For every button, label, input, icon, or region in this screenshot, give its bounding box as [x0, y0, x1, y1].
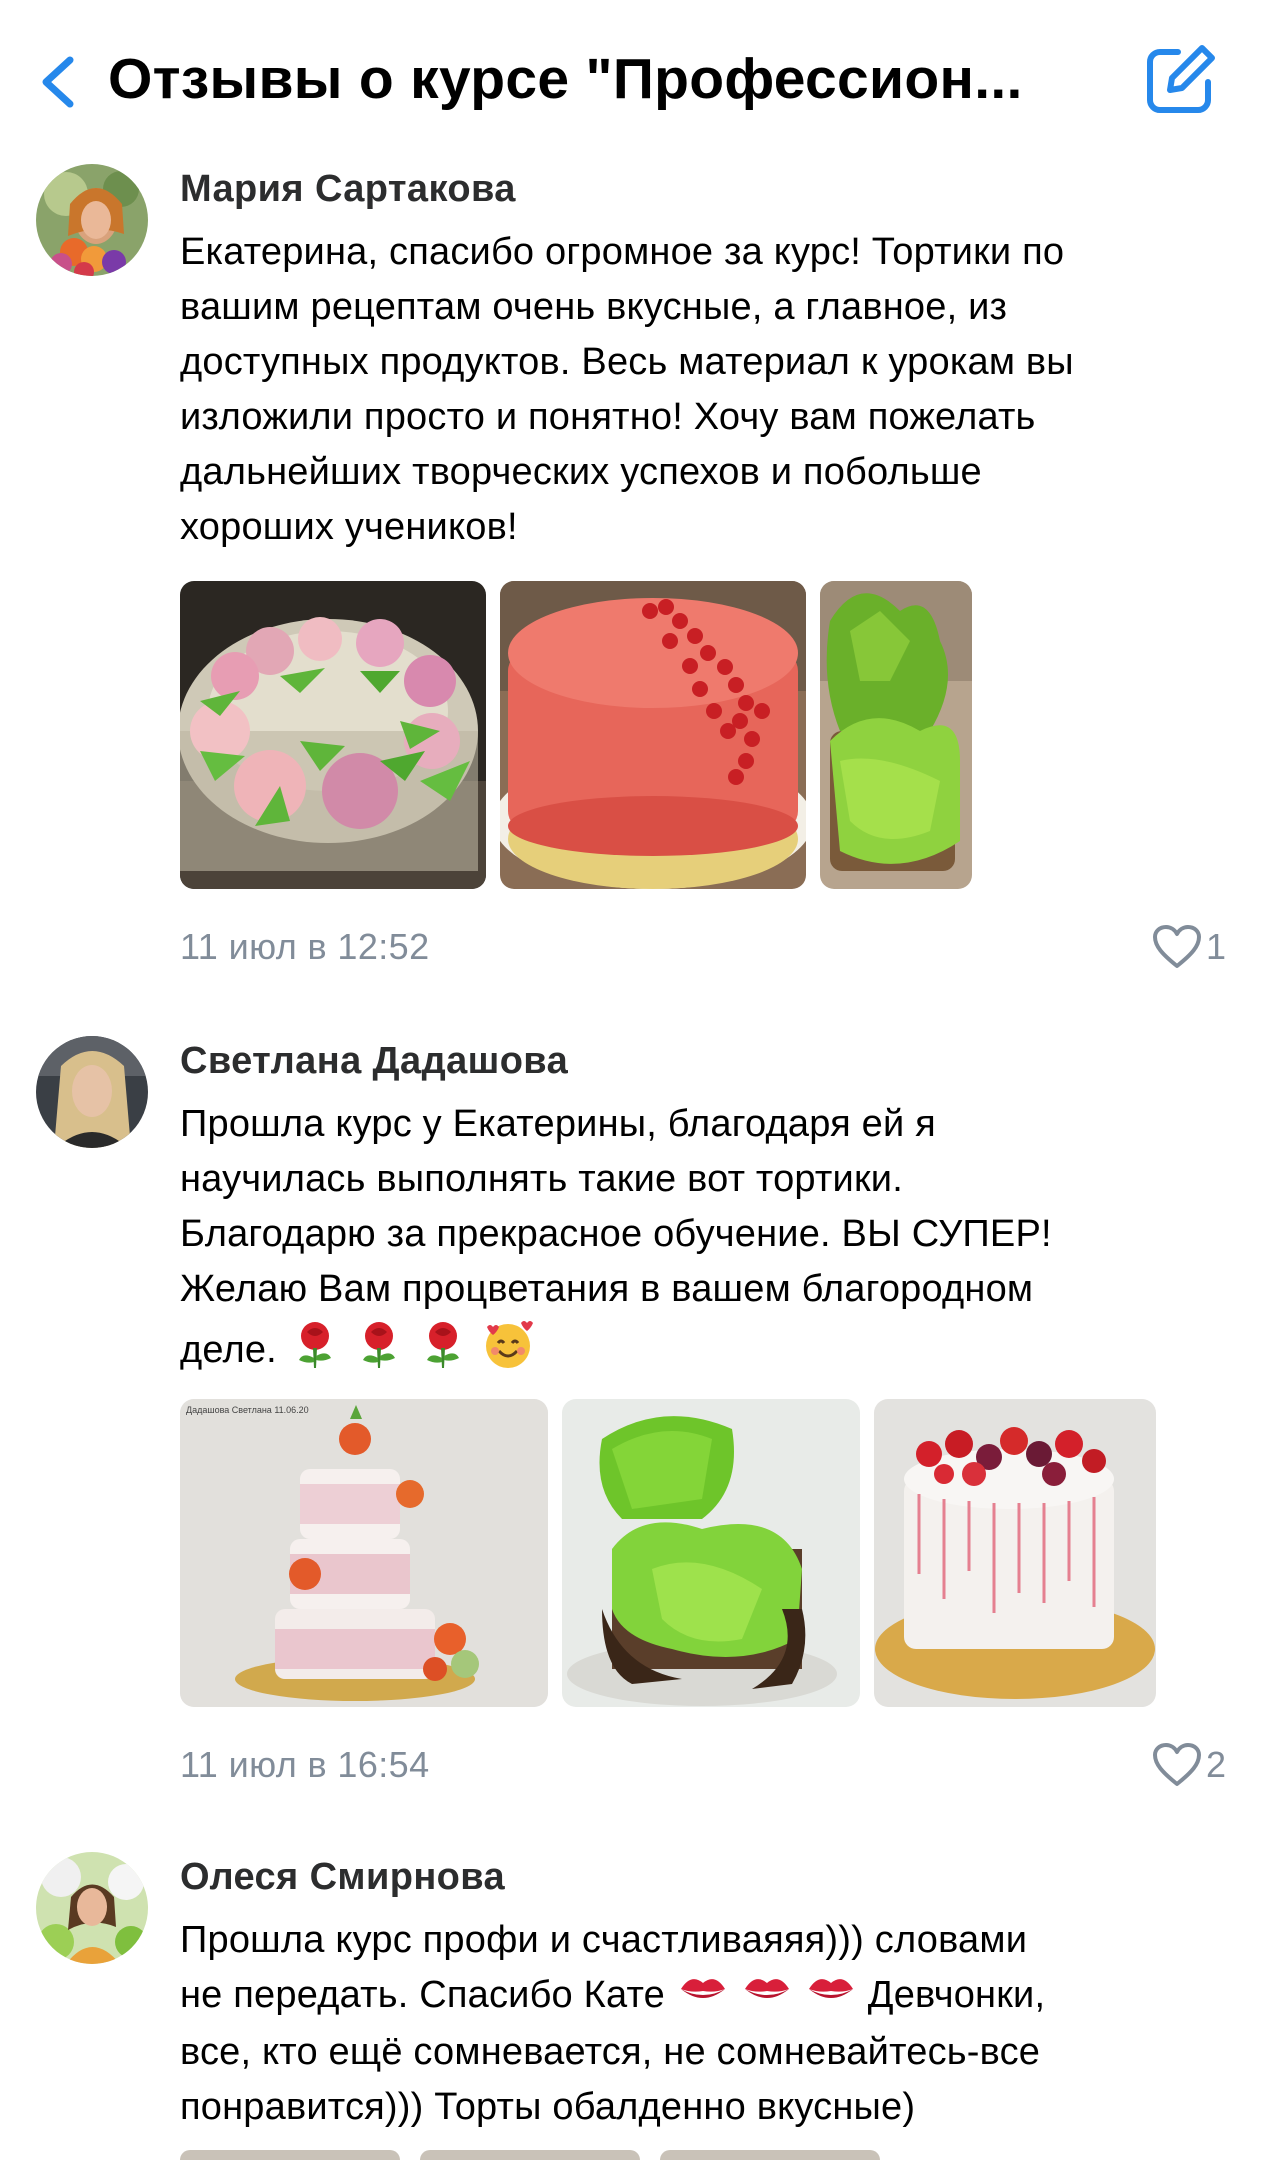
comment-line: Екатерина, спасибо огромное за курс! Тор… [180, 231, 1065, 273]
comment-line: хороших учеников! [180, 506, 518, 548]
comment-text: Прошла курс профи и счастливаяяя))) слов… [180, 1913, 1240, 2135]
comment-line: понравится))) Торты обалденно вкусные) [180, 2085, 916, 2128]
heart-icon [1152, 925, 1201, 968]
photo-caption: Дадашова Светлана 11.06.20 [186, 1405, 309, 1415]
like-button[interactable]: 1 [1152, 924, 1226, 970]
page-title: Отзывы о курсе "Профессион... [108, 47, 1023, 111]
comment-author[interactable]: Светлана Дадашова [180, 1040, 568, 1083]
photo-thumbnail[interactable]: Дадашова Светлана 11.06.20 [180, 1399, 548, 1707]
comment-text: Екатерина, спасибо огромное за курс! Тор… [180, 225, 1240, 555]
comment-line: Прошла курс профи и счастливаяяя))) слов… [180, 1919, 1028, 1961]
photo-gallery: Дадашова Светлана 11.06.20 [180, 1399, 1180, 1707]
like-count: 1 [1205, 926, 1226, 967]
comment-author[interactable]: Олеся Смирнова [180, 1856, 505, 1899]
comment-timestamp[interactable]: 11 июл в 12:52 [180, 926, 430, 968]
comment-line: доступных продуктов. Весь материал к уро… [180, 341, 1074, 383]
rose-emoji [417, 1318, 469, 1386]
comment-line: деле. [180, 1317, 1240, 1387]
photo-thumbnail[interactable] [500, 581, 806, 889]
heart-icon [1152, 1743, 1201, 1786]
avatar[interactable] [36, 164, 148, 276]
compose-icon [1147, 45, 1215, 113]
photo-gallery-partial [180, 2150, 900, 2160]
comment-line: научилась выполнять такие вот тортики. [180, 1158, 903, 1200]
like-button[interactable]: 2 [1152, 1742, 1226, 1788]
comment-line-text: не передать. Спасибо Кате [180, 1974, 665, 2016]
comment-line: Благодарю за прекрасное обучение. ВЫ СУП… [180, 1213, 1052, 1255]
kiss-mark-emoji [805, 1969, 857, 2025]
comment-line: Желаю Вам процветания в вашем благородно… [180, 1268, 1034, 1310]
comment-line: изложили просто и понятно! Хочу вам поже… [180, 396, 1036, 438]
photo-thumbnail[interactable] [562, 1399, 860, 1707]
comment-line-text: деле. [180, 1329, 277, 1372]
back-button[interactable] [34, 52, 84, 112]
like-count: 2 [1205, 1744, 1226, 1785]
comment-line: Прошла курс у Екатерины, благодаря ей я [180, 1103, 936, 1145]
photo-thumbnail[interactable] [874, 1399, 1156, 1707]
smiling-face-with-hearts-emoji [481, 1317, 535, 1387]
comment-timestamp[interactable]: 11 июл в 16:54 [180, 1744, 430, 1786]
comment-text: Прошла курс у Екатерины, благодаря ей я … [180, 1097, 1240, 1387]
comment-line: не передать. Спасибо Кате Девчонки, [180, 1968, 1240, 2025]
avatar[interactable] [36, 1036, 148, 1148]
comment-line: вашим рецептам очень вкусные, а главное,… [180, 286, 1008, 328]
photo-thumbnail[interactable] [180, 581, 486, 889]
rose-emoji [289, 1318, 341, 1386]
compose-button[interactable] [1140, 40, 1220, 120]
kiss-mark-emoji [677, 1969, 729, 2025]
kiss-mark-emoji [741, 1969, 793, 2025]
comment-line: все, кто ещё сомневается, не сомневайтес… [180, 2030, 1041, 2073]
rose-emoji [353, 1318, 405, 1386]
photo-gallery [180, 581, 980, 889]
photo-thumbnail[interactable] [820, 581, 972, 889]
top-navigation-bar: Отзывы о курсе "Профессион... [0, 0, 1270, 158]
chevron-left-icon [42, 56, 74, 108]
comment-line-text: Девчонки, [867, 1974, 1046, 2016]
comment-author[interactable]: Мария Сартакова [180, 168, 516, 211]
comment-line: дальнейших творческих успехов и побольше [180, 451, 982, 493]
avatar[interactable] [36, 1852, 148, 1964]
